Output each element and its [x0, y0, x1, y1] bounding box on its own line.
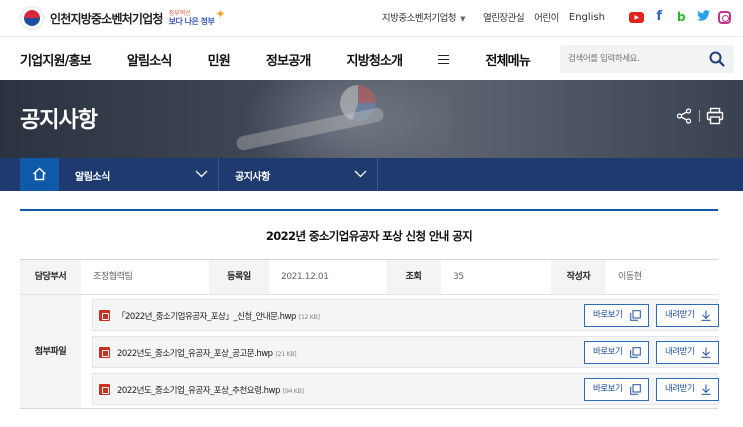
attachments-section: 첨부파일 「2022년_중소기업유공자_포상」_신청_안내문.hwp [12 KB…: [20, 295, 719, 410]
post-title: 2022년 중소기업유공자 포상 신청 안내 공지: [265, 229, 473, 243]
search-box: [560, 45, 734, 73]
government-emblem-icon: [20, 6, 44, 30]
search-icon[interactable]: [709, 51, 725, 67]
views-label: 조회: [386, 260, 441, 294]
utility-links: 지방중소벤처기업청 ▼ 열린장관실 어린이 English ▶ f b: [382, 10, 731, 24]
attachment-size: [21 KB]: [275, 350, 297, 358]
preview-button[interactable]: 바로보기: [584, 304, 649, 327]
breadcrumb-level2[interactable]: 공지사항: [219, 158, 378, 191]
attachment-list: 「2022년_중소기업유공자_포상」_신청_안내문.hwp [12 KB] 바로보…: [92, 299, 719, 410]
download-icon: [701, 310, 711, 321]
attachment-filename[interactable]: 2022년도_중소기업_유공자_포상_추천요령.hwp: [117, 386, 280, 396]
author-value: 이동현: [618, 272, 642, 282]
download-button[interactable]: 내려받기: [656, 341, 719, 364]
date-label: 등록일: [209, 260, 269, 294]
home-button[interactable]: [20, 158, 59, 191]
link-minister-office[interactable]: 열린장관실: [483, 10, 525, 24]
download-icon: [701, 384, 711, 395]
views-value: 35: [453, 272, 464, 282]
twitter-icon[interactable]: [696, 10, 710, 24]
hwp-file-icon: [99, 347, 110, 358]
chevron-down-icon: [354, 170, 367, 178]
attachment-size: [94 KB]: [282, 387, 304, 395]
chevron-down-icon: [195, 170, 208, 178]
site-logo[interactable]: 인천지방중소벤처기업청 정부혁신 보다 나은 정부 ✦: [20, 6, 225, 30]
youtube-icon[interactable]: ▶: [629, 11, 644, 23]
hwp-file-icon: [99, 310, 110, 321]
agency-name: 인천지방중소벤처기업청: [50, 11, 163, 26]
author-label: 작성자: [551, 260, 606, 294]
nav-item-info-disclosure[interactable]: 정보공개: [266, 50, 311, 69]
preview-icon: [630, 384, 641, 395]
attachments-label: 첨부파일: [20, 295, 81, 408]
download-icon: [701, 347, 711, 358]
nav-item-about[interactable]: 지방청소개: [347, 50, 404, 69]
nav-item-business-support[interactable]: 기업지원/홍보: [20, 50, 92, 69]
breadcrumb: 알림소식 공지사항: [0, 158, 743, 191]
nav-item-civil-service[interactable]: 민원: [208, 50, 231, 69]
content-top-divider: [20, 209, 718, 211]
date-value: 2021.12.01: [281, 272, 329, 282]
breadcrumb-level1[interactable]: 알림소식: [59, 158, 219, 191]
search-input[interactable]: [560, 45, 700, 73]
attachment-size: [12 KB]: [298, 313, 320, 321]
dept-value: 조정협력팀: [93, 272, 133, 282]
hamburger-icon: [438, 55, 450, 64]
blog-icon[interactable]: b: [674, 10, 688, 24]
attachment-item: 2022년도_중소기업_유공자_포상_공고문.hwp [21 KB] 바로보기 내…: [92, 336, 719, 368]
dept-label: 담당부서: [20, 260, 81, 294]
main-navigation: 기업지원/홍보 알림소식 민원 정보공개 지방청소개 전체메뉴: [0, 36, 743, 80]
attachment-item: 2022년도_중소기업_유공자_포상_추천요령.hwp [94 KB] 바로보기 …: [92, 373, 719, 405]
preview-icon: [630, 347, 641, 358]
attachment-item: 「2022년_중소기업유공자_포상」_신청_안내문.hwp [12 KB] 바로보…: [92, 299, 719, 331]
attachment-filename[interactable]: 「2022년_중소기업유공자_포상」_신청_안내문.hwp: [117, 312, 296, 322]
share-icon[interactable]: [676, 108, 692, 124]
download-button[interactable]: 내려받기: [656, 304, 719, 327]
preview-button[interactable]: 바로보기: [584, 378, 649, 401]
hwp-file-icon: [99, 384, 110, 395]
caret-down-icon: ▼: [460, 15, 465, 23]
post-info-row: 담당부서 조정협력팀 등록일 2021.12.01 조회 35 작성자 이동현: [20, 259, 718, 295]
sparkle-icon: ✦: [215, 7, 226, 21]
attachment-filename[interactable]: 2022년도_중소기업_유공자_포상_공고문.hwp: [117, 349, 273, 359]
page-title: 공지사항: [20, 108, 98, 133]
instagram-icon[interactable]: [718, 10, 731, 24]
link-english[interactable]: English: [569, 12, 605, 23]
nav-item-news[interactable]: 알림소식: [127, 50, 172, 69]
facebook-icon[interactable]: f: [652, 10, 666, 24]
print-icon[interactable]: [706, 107, 724, 125]
download-button[interactable]: 내려받기: [656, 378, 719, 401]
preview-icon: [630, 310, 641, 321]
top-utility-bar: 인천지방중소벤처기업청 정부혁신 보다 나은 정부 ✦ 지방중소벤처기업청 ▼ 열…: [0, 0, 743, 36]
preview-button[interactable]: 바로보기: [584, 341, 649, 364]
link-kids[interactable]: 어린이: [534, 10, 559, 24]
all-menu-button[interactable]: 전체메뉴: [438, 50, 566, 69]
government-slogan: 정부혁신 보다 나은 정부: [168, 10, 215, 26]
page-banner: 공지사항: [0, 80, 743, 158]
home-icon: [32, 167, 47, 181]
org-select[interactable]: 지방중소벤처기업청 ▼: [382, 10, 466, 24]
